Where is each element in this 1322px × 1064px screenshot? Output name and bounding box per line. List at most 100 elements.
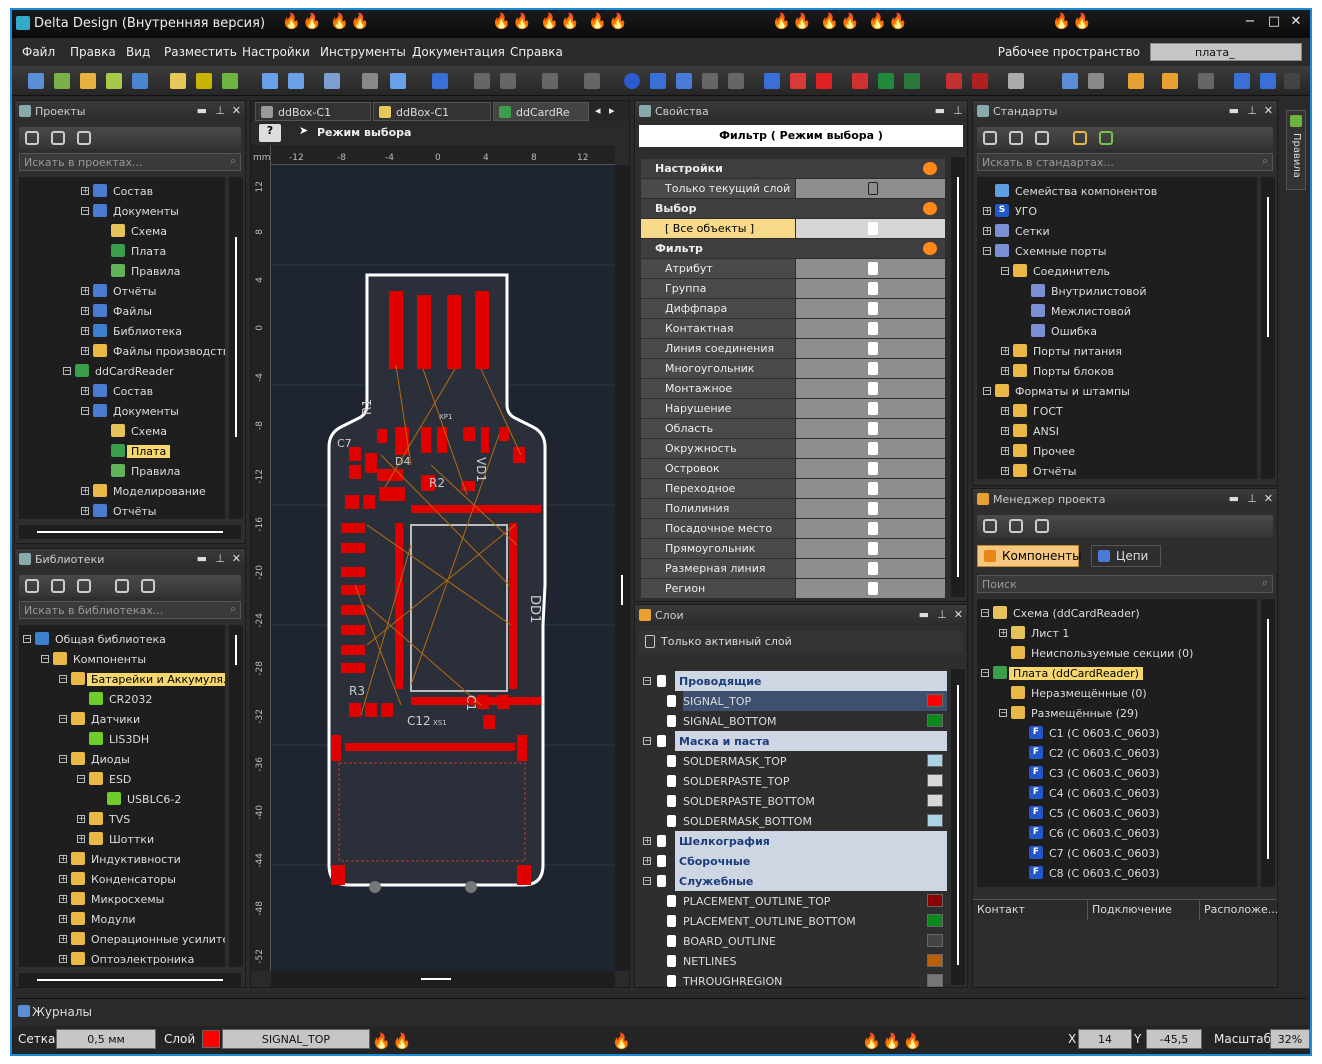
pin-icon[interactable] [667,955,676,967]
tree-item[interactable]: Внутрилистовой [977,281,1257,301]
tab-ddcardreader[interactable]: ddCardRe [493,102,589,121]
expand-icon[interactable]: + [983,207,991,215]
collapse-icon[interactable]: − [1001,267,1009,275]
property-section[interactable]: Настройки [641,159,945,179]
pin-icon[interactable] [868,342,878,355]
route-diffpair-icon[interactable] [790,73,806,89]
property-row[interactable]: Линия соединения [641,339,945,359]
panel-pin-icon[interactable]: ⊥ [215,104,225,117]
expand-icon[interactable]: + [81,347,89,355]
property-value[interactable] [796,459,945,478]
pin-icon[interactable] [667,815,676,827]
pin-icon[interactable] [657,835,666,847]
tree-item[interactable]: + Отчёты [19,281,225,301]
expand-icon[interactable]: + [1001,347,1009,355]
expand-icon[interactable]: + [81,307,89,315]
pin-icon[interactable] [667,915,676,927]
pin-icon[interactable] [868,482,878,495]
disabled-tool-icon[interactable] [542,73,558,89]
tree-item[interactable]: + Состав [19,381,225,401]
menu-place[interactable]: Разместить [164,45,237,59]
libraries-scrollbar[interactable] [229,625,243,967]
tree-item[interactable]: + Файлы [19,301,225,321]
new-project-icon[interactable] [28,73,44,89]
expand-icon[interactable]: + [81,387,89,395]
menu-edit[interactable]: Правка [70,45,116,59]
pin-icon[interactable] [868,262,878,275]
standards-search-input[interactable]: Искать в стандартах... [977,153,1273,171]
tree-item[interactable]: + Моделирование [19,481,225,501]
layer-row[interactable]: THROUGHREGION [643,971,947,987]
project-manager-search-input[interactable]: Поиск [977,575,1273,593]
projects-search-input[interactable]: Искать в проектах... [19,153,241,171]
side-tab-rules[interactable]: Правила [1286,110,1306,190]
drc-icon[interactable] [878,73,894,89]
property-value[interactable] [796,259,945,278]
folder-icon[interactable] [1073,131,1087,145]
panel-pin-icon[interactable]: ⊥ [937,608,947,621]
via-icon[interactable] [676,73,692,89]
tree-item[interactable]: + Шоттки [19,829,225,849]
layer-color-swatch[interactable] [927,714,943,727]
collapse-icon[interactable]: − [59,755,67,763]
tree-item[interactable]: − Датчики [19,709,225,729]
layer-color-swatch[interactable] [927,954,943,967]
layer-row[interactable]: SOLDERPASTE_BOTTOM [643,791,947,811]
panel-minimize-icon[interactable]: ▬ [197,552,207,565]
tree-item[interactable]: CR2032 [19,689,225,709]
property-row[interactable]: Группа [641,279,945,299]
tree-item[interactable]: Плата [19,241,225,261]
schematic-icon[interactable] [170,73,186,89]
collapse-icon[interactable]: − [983,247,991,255]
tree-item[interactable]: + Порты питания [977,341,1257,361]
tree-item[interactable]: Схема [19,421,225,441]
pin-icon[interactable] [667,695,676,707]
property-row[interactable]: Посадочное место [641,519,945,539]
tab-components[interactable]: Компоненты [977,545,1082,567]
maximize-icon[interactable]: □ [1264,14,1284,32]
tab-scroll-right-icon[interactable]: ▸ [609,104,615,117]
panel-close-icon[interactable]: ✕ [232,104,241,117]
collapse-icon[interactable]: − [981,609,989,617]
libraries-search-input[interactable]: Искать в библиотеках... [19,601,241,619]
property-value[interactable] [796,499,945,518]
property-value[interactable] [796,439,945,458]
layer-group[interactable]: + Шелкография [643,831,947,851]
property-value[interactable] [796,279,945,298]
collapse-icon[interactable]: − [643,737,651,745]
collapse-icon[interactable]: − [41,655,49,663]
journal-bar[interactable]: Журналы [16,998,1306,1024]
menu-settings[interactable]: Настройки [242,45,310,59]
tree-item[interactable]: + S УГО [977,201,1257,221]
collapse-icon[interactable]: − [59,675,67,683]
pin-icon[interactable] [657,735,666,747]
copy-icon[interactable] [77,579,91,593]
zoom-in-icon[interactable] [262,73,278,89]
layer-color-swatch[interactable] [927,814,943,827]
tree-item[interactable]: + Порты блоков [977,361,1257,381]
tree-item[interactable]: + Прочее [977,441,1257,461]
tree-item[interactable]: + Состав [19,181,225,201]
property-value[interactable] [796,479,945,498]
expand-icon[interactable]: + [59,935,67,943]
pin-icon[interactable] [868,362,878,375]
property-value[interactable] [796,219,945,238]
layer-row[interactable]: PLACEMENT_OUTLINE_BOTTOM [643,911,947,931]
copy-icon[interactable] [1035,131,1049,145]
hammer-icon[interactable] [25,131,39,145]
tree-item[interactable]: − Схемные порты [977,241,1257,261]
panel-pin-icon[interactable]: ⊥ [1247,492,1257,505]
tree-item[interactable]: − Соединитель [977,261,1257,281]
layer-row[interactable]: BOARD_OUTLINE [643,931,947,951]
tree-item[interactable]: − Диоды [19,749,225,769]
panel-close-icon[interactable]: ✕ [1264,492,1273,505]
panel-pin-icon[interactable]: ⊥ [953,104,963,117]
collapse-icon[interactable]: − [59,715,67,723]
libraries-hscrollbar[interactable] [19,973,241,987]
disabled-tool-icon[interactable] [728,73,744,89]
pin-icon[interactable] [667,935,676,947]
copy-icon[interactable] [77,131,91,145]
property-row[interactable]: Контактная площадка [641,319,945,348]
zoom-fit-icon[interactable] [324,73,340,89]
layer-color-swatch[interactable] [927,894,943,907]
